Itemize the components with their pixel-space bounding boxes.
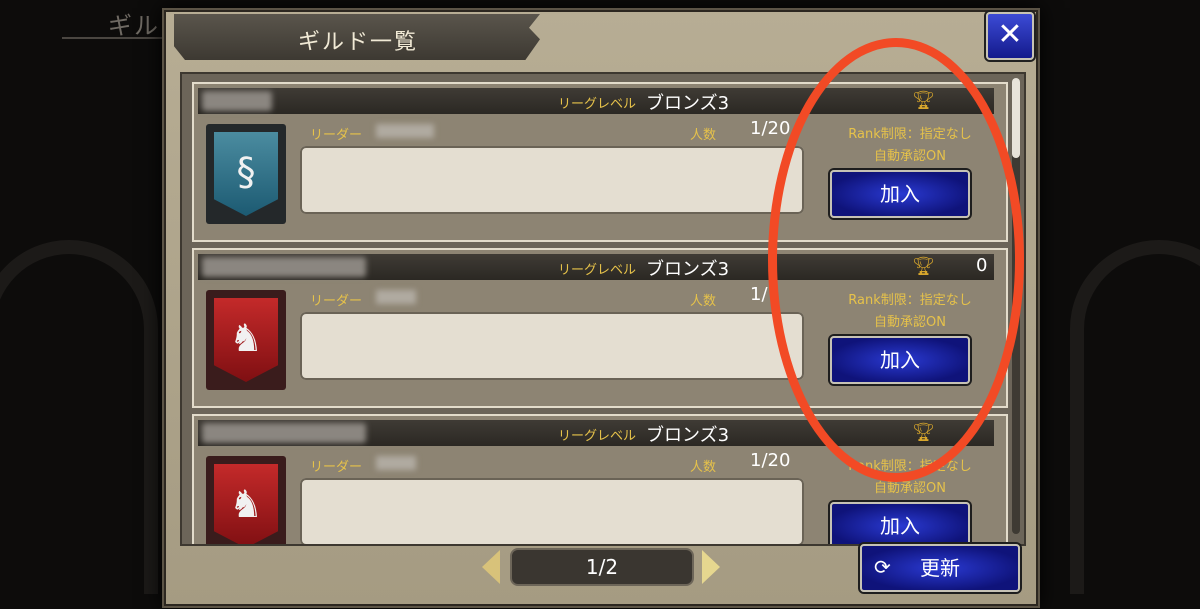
guild-name-redacted [202, 423, 366, 443]
join-button[interactable]: 加入 [830, 502, 970, 544]
league-value: ブロンズ3 [646, 425, 730, 446]
league-label: リーグレベル [558, 429, 637, 444]
refresh-icon: ⟳ [874, 555, 891, 579]
lion-emblem-icon: ♞ [214, 464, 278, 544]
guild-emblem: ♞ [206, 456, 286, 544]
guild-comment [300, 478, 804, 544]
guild-name-redacted [202, 91, 272, 111]
members-label: 人数 [690, 294, 717, 309]
members-value: 1/ [750, 284, 768, 305]
close-button[interactable]: ✕ [986, 12, 1034, 60]
arrow-left-icon[interactable] [482, 550, 500, 584]
members-value: 1/20 [750, 450, 791, 471]
scrollbar-thumb[interactable] [1012, 78, 1020, 158]
leader-name-redacted [376, 124, 434, 138]
guild-name-redacted [202, 257, 366, 277]
members-label: 人数 [690, 460, 717, 475]
background-divider [62, 37, 172, 39]
guild-emblem: ♞ [206, 290, 286, 390]
title-plate: ギルド一覧 [174, 14, 540, 60]
background-arch-left [0, 240, 158, 594]
leader-name-redacted [376, 290, 416, 304]
league-value: ブロンズ3 [646, 93, 730, 114]
league-label: リーグレベル [558, 97, 637, 112]
page-indicator: 1/2 [510, 548, 694, 586]
guild-comment [300, 146, 804, 214]
background-arch-right [1070, 240, 1200, 594]
auto-approve: 自動承認ON [874, 481, 946, 496]
serpent-emblem-icon: § [214, 132, 278, 216]
lion-emblem-icon: ♞ [214, 298, 278, 382]
league-label: リーグレベル [558, 263, 637, 278]
members-label: 人数 [690, 128, 717, 143]
refresh-label: 更新 [920, 556, 960, 580]
guild-emblem: § [206, 124, 286, 224]
league-value: ブロンズ3 [646, 259, 730, 280]
guild-comment [300, 312, 804, 380]
members-value: 1/20 [750, 118, 791, 139]
arrow-right-icon[interactable] [702, 550, 720, 584]
leader-label: リーダー [310, 128, 363, 143]
leader-label: リーダー [310, 460, 363, 475]
refresh-button[interactable]: ⟳ 更新 [860, 544, 1020, 592]
leader-name-redacted [376, 456, 416, 470]
red-highlight-annotation [768, 38, 1024, 482]
leader-label: リーダー [310, 294, 363, 309]
background-title: ギル [108, 12, 160, 40]
dialog-title: ギルド一覧 [298, 30, 419, 55]
close-icon: ✕ [997, 17, 1023, 52]
